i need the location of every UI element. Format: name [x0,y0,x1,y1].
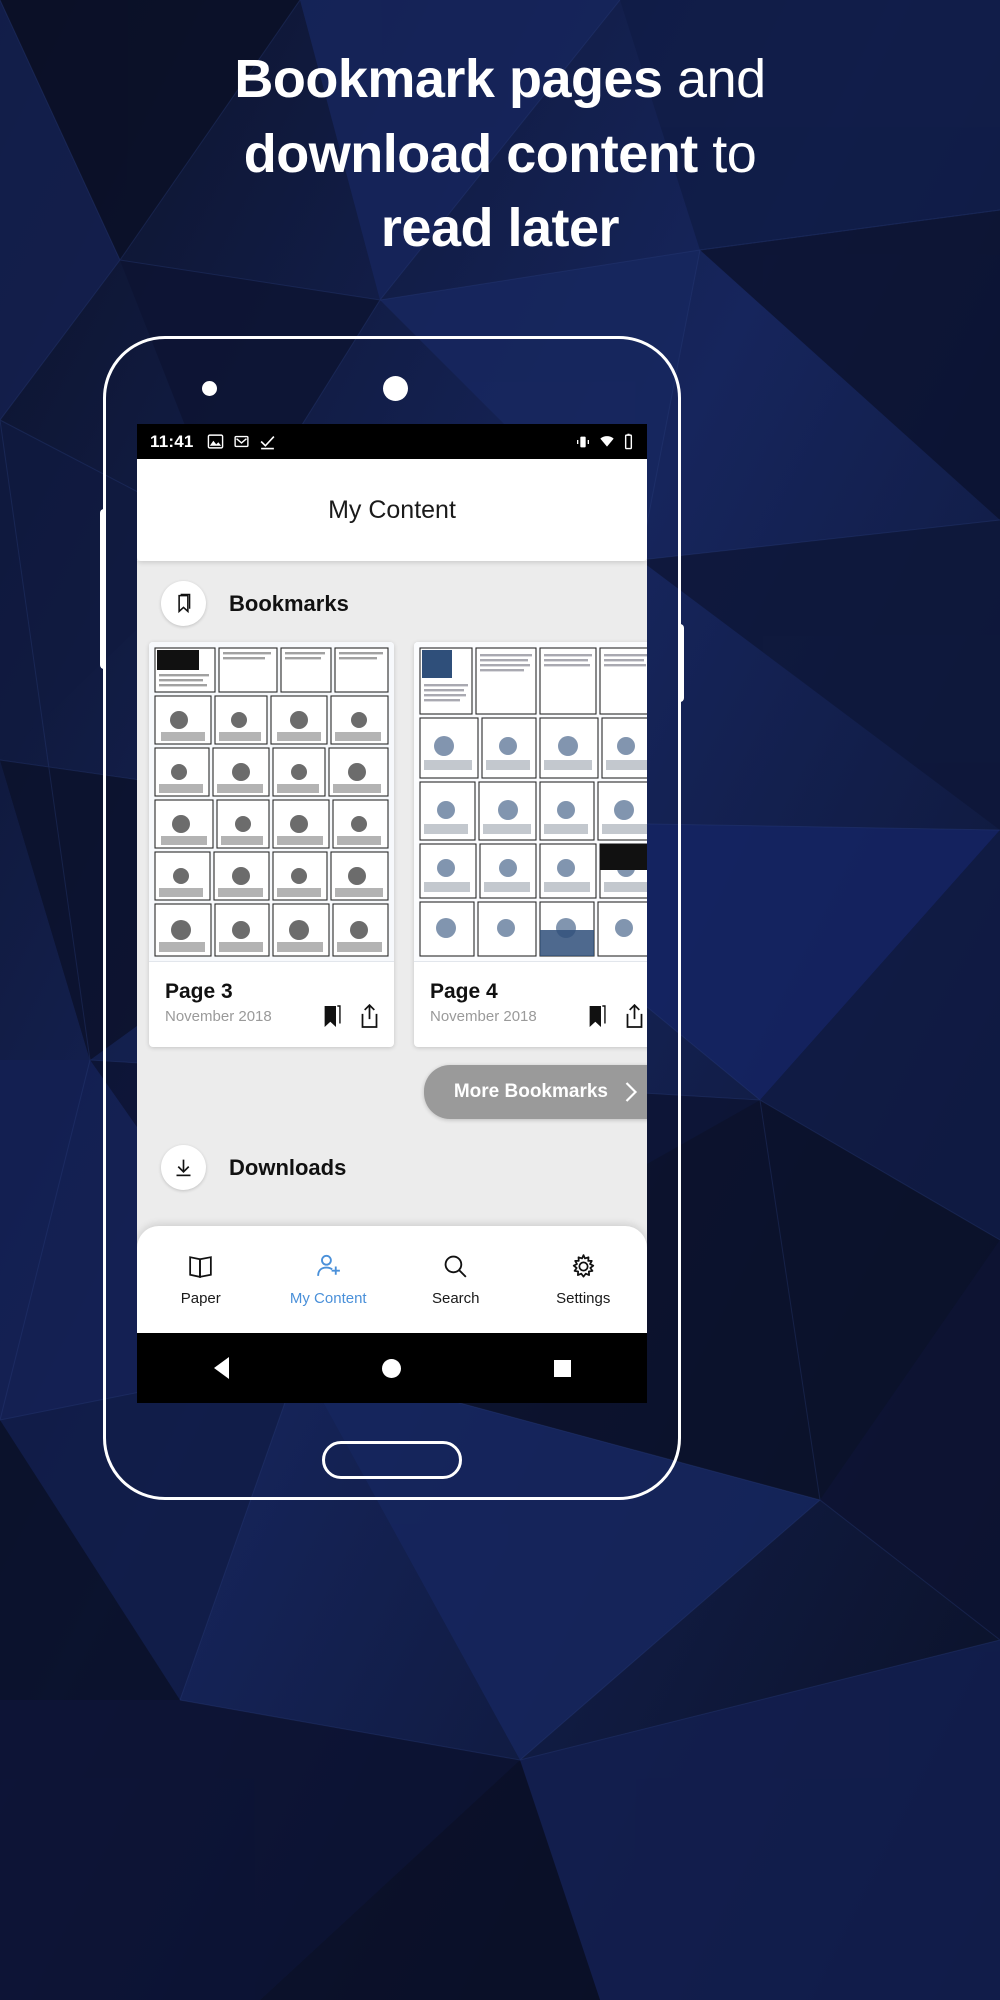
status-bar: 11:41 [137,424,647,459]
card-thumbnail[interactable] [149,642,394,962]
nav-item-settings[interactable]: Settings [520,1252,648,1307]
app-title: My Content [328,495,456,524]
sensor-dot-icon [202,381,217,396]
card-date: November 2018 [165,1008,272,1025]
vibrate-icon [577,436,589,447]
nav-label: Paper [180,1290,221,1307]
settings-icon [572,1254,594,1278]
bottom-navigation: Paper My Content Search Settings [137,1226,647,1333]
card-footer: November 2018 [414,1004,647,1047]
bookmark-icon [161,581,206,626]
card-thumbnail[interactable] [414,642,647,962]
bookmark-card[interactable]: Page 4 November 2018 [414,642,647,1047]
recents-square-icon[interactable] [553,1359,571,1377]
nav-item-search[interactable]: Search [392,1252,520,1307]
page-title: Bookmark pages and download content to r… [0,42,1000,266]
my-content-icon [316,1254,340,1276]
nav-item-my-content[interactable]: My Content [265,1252,393,1307]
home-indicator [322,1441,462,1479]
section-label: Downloads [229,1154,347,1180]
android-system-nav [137,1333,647,1403]
chevron-right-icon [625,1082,638,1102]
volume-button[interactable] [100,509,106,669]
back-triangle-icon[interactable] [213,1357,229,1379]
search-icon [444,1255,467,1278]
share-icon[interactable] [624,1004,645,1029]
bookmark-filled-icon[interactable] [587,1004,608,1029]
more-bookmarks-label: More Bookmarks [453,1081,608,1102]
share-icon[interactable] [359,1004,380,1029]
content-area: Bookmarks Page 3 November 2018 Page 4 No… [137,561,647,1333]
comic-page-thumbnail [414,642,647,961]
nav-label: Settings [556,1290,611,1307]
nav-label: Search [431,1290,480,1307]
bookmark-card[interactable]: Page 3 November 2018 [149,642,394,1047]
card-date: November 2018 [430,1008,537,1025]
headline-line3: read later [380,198,620,259]
more-bookmarks-button[interactable]: More Bookmarks [423,1065,647,1119]
headline-line1-bold: Bookmark pages [234,49,663,109]
bookmarks-card-list: Page 3 November 2018 Page 4 November 201… [137,642,647,1047]
headline-line1-rest: and [662,49,766,109]
front-camera-icon [383,376,408,401]
section-header-downloads: Downloads [137,1119,647,1190]
photos-icon [207,434,223,449]
battery-icon [624,433,633,450]
card-title: Page 4 [430,980,498,1003]
gmail-icon [233,435,249,448]
more-bookmarks-row: More Bookmarks [137,1047,647,1119]
headline-line2-bold: download content [243,123,698,184]
paper-icon [189,1256,212,1278]
nav-label: My Content [289,1290,367,1307]
section-label: Bookmarks [229,590,349,616]
headline-line2-rest: to [697,123,757,184]
checkmark-icon [260,435,275,450]
home-circle-icon[interactable] [381,1358,401,1378]
app-header: My Content [137,459,647,561]
wifi-icon [600,435,614,447]
download-icon [161,1145,206,1190]
phone-screen: 11:41 My Content Bookmarks Page 3 Novemb… [137,424,647,1403]
comic-page-thumbnail [149,642,394,961]
nav-item-paper[interactable]: Paper [137,1252,265,1307]
card-footer: November 2018 [149,1004,394,1047]
section-header-bookmarks: Bookmarks [137,561,647,642]
status-time: 11:41 [150,431,194,451]
card-title: Page 3 [165,980,233,1003]
power-button[interactable] [678,624,684,702]
bookmark-filled-icon[interactable] [322,1004,343,1029]
